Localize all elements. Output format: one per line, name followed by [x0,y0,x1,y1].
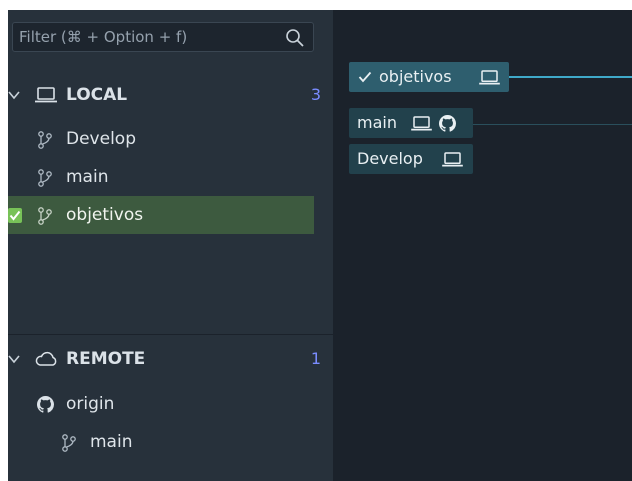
branch-label: Develop [66,129,136,149]
local-branch-develop[interactable]: Develop [8,120,333,158]
laptop-icon [479,70,500,85]
remote-origin[interactable]: origin [8,385,333,423]
branch-tag-main[interactable]: main [349,108,473,138]
laptop-icon [411,116,432,131]
remote-count: 1 [310,349,321,368]
remote-section-header[interactable]: REMOTE 1 [8,340,333,378]
github-icon [439,115,456,132]
laptop-icon [35,87,57,103]
graph-line [473,124,632,125]
remote-origin-label: origin [66,394,115,414]
check-icon [9,210,21,221]
local-section-title: LOCAL [66,85,128,105]
checked-out-checkbox[interactable] [8,208,22,223]
branch-icon [38,131,52,149]
sidebar: LOCAL 3 Develop main [8,10,333,481]
local-branch-count: 3 [310,85,321,104]
branch-tag-label: objetivos [379,67,452,86]
branch-tag-label: Develop [357,149,423,168]
cloud-icon [35,351,57,366]
chevron-down-icon[interactable] [8,354,20,364]
branch-tag-develop[interactable]: Develop [349,144,473,174]
branch-tag-label: main [357,113,397,132]
branch-tag-objetivos[interactable]: objetivos [349,62,509,92]
graph-line [509,76,632,78]
local-branch-objetivos[interactable]: objetivos [8,196,314,234]
branch-label: main [90,432,133,452]
filter-input[interactable] [13,23,279,51]
local-branch-main[interactable]: main [8,158,333,196]
branch-icon [38,169,52,187]
branch-label: objetivos [66,205,144,225]
remote-branch-main[interactable]: main [8,423,333,461]
filter-box[interactable] [12,22,314,52]
local-section-header[interactable]: LOCAL 3 [8,76,333,114]
commit-graph: objetivos main Develop [333,10,632,481]
chevron-down-icon[interactable] [8,90,20,100]
branch-label: main [66,167,109,187]
laptop-icon [442,152,463,167]
remote-section-title: REMOTE [66,349,146,369]
branch-icon [38,207,52,225]
search-icon[interactable] [285,28,305,48]
section-divider [8,334,333,335]
branch-icon [62,434,76,452]
app-window: LOCAL 3 Develop main [8,10,632,481]
github-icon [37,396,54,413]
check-icon [358,71,372,83]
